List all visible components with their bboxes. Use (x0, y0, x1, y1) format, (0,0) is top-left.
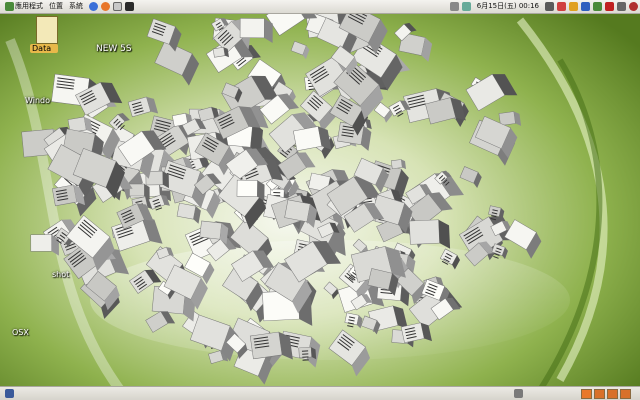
places-menu-label: 位置 (49, 2, 63, 10)
workspace-2[interactable] (594, 389, 605, 399)
system-menu[interactable]: 系統 (66, 0, 86, 13)
trash-icon[interactable] (513, 389, 523, 398)
desktop-area: Data Windo shot OSX NEW 5S (0, 0, 640, 400)
mail-icon[interactable] (112, 2, 122, 11)
desktop-icon-label: Data (30, 44, 58, 53)
show-desktop-icon[interactable] (4, 389, 14, 398)
wallpaper-cube-effect (0, 0, 640, 400)
clock-label: 6月15日(五) 00:16 (476, 2, 539, 10)
applications-menu-label: 應用程式 (15, 2, 43, 10)
help-icon[interactable] (88, 2, 98, 11)
power-icon[interactable] (628, 2, 638, 11)
desktop-icon-data[interactable]: Data (30, 16, 58, 53)
input-method-icon[interactable] (544, 2, 554, 11)
ubuntu-logo-icon (4, 2, 14, 11)
battery-icon[interactable] (592, 2, 602, 11)
desktop-icon-windows[interactable]: Windo (25, 96, 50, 105)
workspace-3[interactable] (607, 389, 618, 399)
desktop-icon-shot[interactable]: shot (52, 270, 69, 279)
top-panel: 應用程式 位置 系統 6月15日(五) 00:16 (0, 0, 640, 14)
system-menu-label: 系統 (69, 2, 83, 10)
network-icon[interactable] (462, 2, 472, 11)
applications-menu[interactable]: 應用程式 (0, 0, 46, 13)
wallpaper-text-new: NEW 5S (96, 44, 132, 54)
bluetooth-icon[interactable] (580, 2, 590, 11)
folder-icon (36, 16, 58, 44)
desktop-icon-label: shot (52, 270, 70, 279)
volume-icon[interactable] (450, 2, 460, 11)
user-icon[interactable] (616, 2, 626, 11)
clock[interactable]: 6月15日(五) 00:16 (474, 0, 542, 13)
workspace-4[interactable] (620, 389, 631, 399)
terminal-icon[interactable] (124, 2, 134, 11)
desktop-icon-label: OSX (12, 328, 29, 337)
keyboard-icon[interactable] (556, 2, 566, 11)
gem-icon[interactable] (604, 2, 614, 11)
desktop-icon-osx[interactable]: OSX (12, 328, 29, 337)
bottom-panel (0, 386, 640, 400)
places-menu[interactable]: 位置 (46, 0, 66, 13)
workspace-1[interactable] (581, 389, 592, 399)
desktop-icon-label: Windo (25, 96, 50, 105)
weather-icon[interactable] (568, 2, 578, 11)
firefox-icon[interactable] (100, 2, 110, 11)
